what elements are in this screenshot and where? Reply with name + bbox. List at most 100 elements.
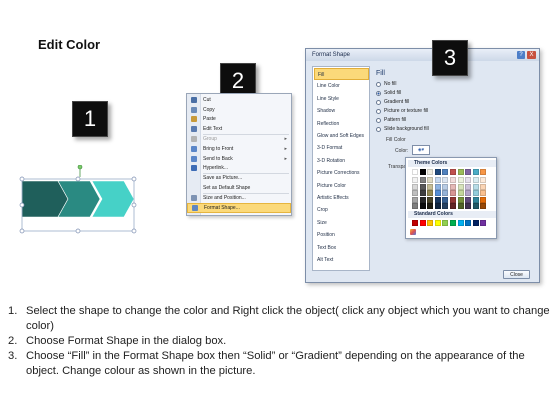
theme-shade-swatch[interactable]	[434, 203, 441, 209]
standard-color-swatch[interactable]	[427, 220, 434, 226]
radio-gradient-fill[interactable]: Gradient fill	[376, 98, 409, 106]
color-picker-button[interactable]: ◈ ▾	[412, 145, 430, 155]
theme-shade-swatch[interactable]	[442, 183, 449, 190]
theme-shade-swatch[interactable]	[480, 190, 487, 196]
theme-shade-swatch[interactable]	[442, 203, 449, 209]
theme-color-swatch[interactable]	[419, 169, 426, 175]
menu-item-group[interactable]: Group ▸	[187, 134, 291, 144]
menu-item-save-as-picture[interactable]: Save as Picture...	[187, 173, 291, 183]
radio-slide-background-fill[interactable]: Slide background fill	[376, 125, 429, 133]
theme-shade-swatch[interactable]	[419, 177, 426, 183]
theme-color-swatch[interactable]	[442, 169, 449, 175]
theme-shade-swatch[interactable]	[457, 203, 464, 209]
theme-shade-swatch[interactable]	[450, 177, 456, 183]
nav-item-picture-corrections[interactable]: Picture Corrections	[314, 167, 369, 179]
theme-shade-swatch[interactable]	[465, 183, 472, 190]
theme-shade-swatch[interactable]	[457, 196, 464, 203]
theme-shade-swatch[interactable]	[472, 183, 479, 190]
radio-no-fill[interactable]: No fill	[376, 80, 397, 88]
theme-shade-swatch[interactable]	[419, 196, 426, 203]
more-colors-icon[interactable]	[410, 229, 416, 235]
theme-shade-swatch[interactable]	[457, 190, 464, 196]
theme-shade-swatch[interactable]	[434, 196, 441, 203]
standard-color-swatch[interactable]	[412, 220, 418, 226]
theme-color-swatch[interactable]	[412, 169, 418, 175]
standard-color-swatch[interactable]	[480, 220, 487, 226]
standard-color-swatch[interactable]	[442, 220, 449, 226]
theme-shade-swatch[interactable]	[480, 177, 487, 183]
radio-button-icon[interactable]	[376, 117, 381, 123]
nav-item-size[interactable]: Size	[314, 217, 369, 229]
theme-shade-swatch[interactable]	[457, 183, 464, 190]
theme-shade-swatch[interactable]	[472, 196, 479, 203]
help-icon[interactable]: ?	[517, 51, 525, 59]
theme-shade-swatch[interactable]	[480, 196, 487, 203]
theme-shade-swatch[interactable]	[442, 190, 449, 196]
close-button[interactable]: Close	[503, 270, 530, 279]
theme-color-swatch[interactable]	[450, 169, 456, 175]
theme-shade-swatch[interactable]	[450, 190, 456, 196]
theme-shade-swatch[interactable]	[450, 203, 456, 209]
theme-shade-swatch[interactable]	[412, 177, 418, 183]
radio-button-icon[interactable]	[376, 126, 381, 132]
theme-shade-swatch[interactable]	[434, 183, 441, 190]
theme-shade-swatch[interactable]	[427, 190, 434, 196]
dialog-titlebar[interactable]: Format Shape	[306, 49, 539, 61]
menu-item-cut[interactable]: Cut	[187, 95, 291, 105]
menu-item-paste[interactable]: Paste	[187, 115, 291, 125]
radio-picture-or-texture-fill[interactable]: Picture or texture fill	[376, 107, 428, 115]
nav-item-3-d-format[interactable]: 3-D Format	[314, 142, 369, 154]
theme-shade-swatch[interactable]	[442, 196, 449, 203]
theme-shade-swatch[interactable]	[427, 177, 434, 183]
radio-button-icon[interactable]	[376, 81, 381, 87]
theme-color-swatch[interactable]	[434, 169, 441, 175]
theme-shade-swatch[interactable]	[419, 183, 426, 190]
theme-color-swatch[interactable]	[427, 169, 434, 175]
menu-item-bring-to-front[interactable]: Bring to Front ▸	[187, 144, 291, 154]
nav-item-line-style[interactable]: Line Style	[314, 93, 369, 105]
nav-item-fill[interactable]: Fill	[314, 68, 369, 81]
theme-shade-swatch[interactable]	[412, 190, 418, 196]
menu-item-send-to-back[interactable]: Send to Back ▸	[187, 154, 291, 164]
theme-shade-swatch[interactable]	[427, 183, 434, 190]
theme-shade-swatch[interactable]	[465, 203, 472, 209]
theme-shade-swatch[interactable]	[465, 190, 472, 196]
theme-shade-swatch[interactable]	[450, 183, 456, 190]
theme-shade-swatch[interactable]	[465, 177, 472, 183]
nav-item-reflection[interactable]: Reflection	[314, 118, 369, 130]
theme-shade-swatch[interactable]	[427, 203, 434, 209]
theme-color-swatch[interactable]	[480, 169, 487, 175]
theme-shade-swatch[interactable]	[472, 190, 479, 196]
theme-shade-swatch[interactable]	[434, 190, 441, 196]
menu-item-copy[interactable]: Copy	[187, 105, 291, 115]
theme-shade-swatch[interactable]	[450, 196, 456, 203]
standard-color-swatch[interactable]	[457, 220, 464, 226]
menu-item-size-and-position[interactable]: Size and Position...	[187, 193, 291, 203]
theme-shade-swatch[interactable]	[480, 203, 487, 209]
radio-button-icon[interactable]	[376, 99, 381, 105]
theme-shade-swatch[interactable]	[480, 183, 487, 190]
nav-item-alt-text[interactable]: Alt Text	[314, 254, 369, 266]
nav-item-picture-color[interactable]: Picture Color	[314, 180, 369, 192]
standard-color-swatch[interactable]	[419, 220, 426, 226]
theme-shade-swatch[interactable]	[442, 177, 449, 183]
radio-button-icon[interactable]	[376, 108, 381, 114]
theme-shade-swatch[interactable]	[434, 177, 441, 183]
theme-shade-swatch[interactable]	[412, 196, 418, 203]
nav-item-3-d-rotation[interactable]: 3-D Rotation	[314, 155, 369, 167]
nav-item-crop[interactable]: Crop	[314, 204, 369, 216]
theme-color-swatch[interactable]	[472, 169, 479, 175]
theme-shade-swatch[interactable]	[457, 177, 464, 183]
selected-shape-group[interactable]	[18, 165, 138, 237]
radio-pattern-fill[interactable]: Pattern fill	[376, 116, 406, 124]
nav-item-position[interactable]: Position	[314, 229, 369, 241]
standard-color-swatch[interactable]	[472, 220, 479, 226]
theme-shade-swatch[interactable]	[427, 196, 434, 203]
nav-item-text-box[interactable]: Text Box	[314, 242, 369, 254]
theme-shade-swatch[interactable]	[465, 196, 472, 203]
standard-color-swatch[interactable]	[434, 220, 441, 226]
arrow-shapes-illustration[interactable]	[18, 165, 138, 237]
radio-solid-fill[interactable]: Solid fill	[376, 89, 401, 97]
nav-item-shadow[interactable]: Shadow	[314, 105, 369, 117]
theme-shade-swatch[interactable]	[472, 203, 479, 209]
